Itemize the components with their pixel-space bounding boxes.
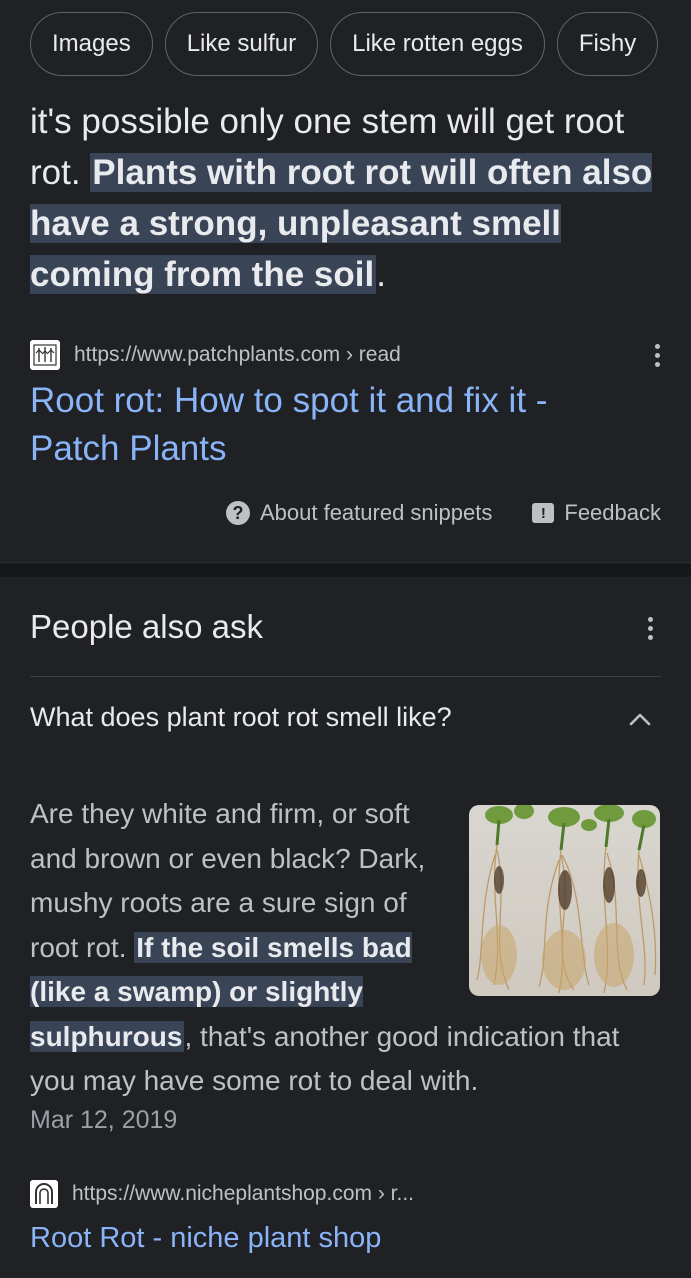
featured-snippet-text: it's possible only one stem will get roo…	[30, 96, 670, 300]
feedback-label: Feedback	[564, 500, 661, 525]
about-featured-snippets-link[interactable]: ? About featured snippets	[225, 500, 493, 526]
paa-more-options-icon[interactable]	[646, 617, 654, 640]
chip-like-sulfur[interactable]: Like sulfur	[164, 12, 319, 76]
filter-chips-bar: Images Like sulfur Like rotten eggs Fish…	[0, 0, 691, 88]
niche-plant-shop-favicon-icon	[30, 1180, 58, 1208]
paa-divider	[30, 676, 661, 677]
result-source-row[interactable]: https://www.patchplants.com › read	[30, 340, 661, 370]
result2-source-row[interactable]: https://www.nicheplantshop.com › r...	[30, 1180, 661, 1208]
patch-plants-favicon-icon	[30, 340, 60, 370]
about-snippets-label: About featured snippets	[259, 500, 493, 525]
snippet-footer: ? About featured snippets ! Feedback	[225, 500, 661, 526]
result2-url[interactable]: https://www.nicheplantshop.com › r...	[72, 1182, 414, 1206]
section-divider	[0, 562, 691, 577]
people-also-ask-heading: People also ask	[30, 608, 263, 645]
snippet-highlighted-text: Plants with root rot will often also hav…	[30, 153, 653, 294]
chevron-up-icon[interactable]	[629, 712, 651, 731]
result-url[interactable]: https://www.patchplants.com › read	[74, 343, 401, 367]
root-rot-thumbnail[interactable]	[469, 805, 660, 996]
feedback-link[interactable]: ! Feedback	[532, 500, 661, 526]
chip-images[interactable]: Images	[30, 12, 153, 76]
snippet-end-text: .	[376, 255, 386, 294]
result2-title-link[interactable]: Root Rot - niche plant shop	[30, 1222, 381, 1255]
chip-fishy[interactable]: Fishy	[556, 12, 659, 76]
help-icon: ?	[225, 501, 250, 525]
paa-question[interactable]: What does plant root rot smell like?	[30, 702, 452, 733]
more-options-icon[interactable]	[653, 343, 661, 367]
feedback-icon: !	[532, 503, 555, 523]
chip-like-rotten-eggs[interactable]: Like rotten eggs	[330, 12, 545, 76]
result-title-link[interactable]: Root rot: How to spot it and fix it - Pa…	[30, 377, 630, 473]
paa-answer: Are they white and firm, or soft and bro…	[30, 792, 660, 1104]
answer-date: Mar 12, 2019	[30, 1106, 178, 1134]
